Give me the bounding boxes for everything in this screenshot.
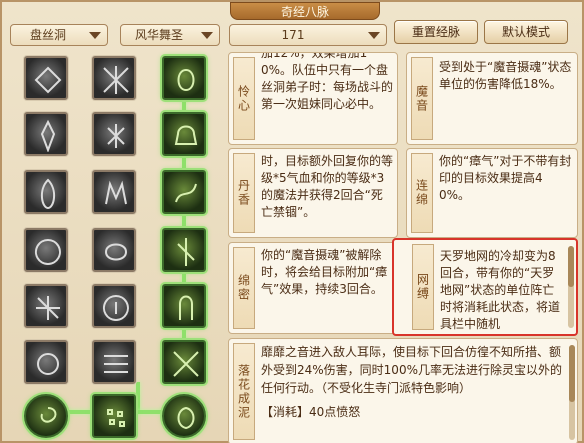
talent-card-wangfu[interactable]: 网缚 天罗地网的冷却变为8回合，带有你的“天罗地网”状态的单位阵亡时将消耗此状态…: [392, 238, 578, 336]
talent-tag: 网缚: [412, 244, 434, 330]
icon-glyph: [37, 353, 60, 375]
mesh-icon[interactable]: [162, 340, 206, 384]
talent-description: 时，目标额外回复你的等级*5气血和你的等级*3的魔法并获得2回合“死亡禁锢”。: [261, 154, 394, 219]
icon-glyph: [105, 180, 127, 205]
reset-meridian-button[interactable]: 重置经脉: [394, 20, 478, 44]
swirl-icon[interactable]: [24, 340, 68, 384]
talent-tag: 绵密: [233, 247, 255, 329]
talent-description: 靡靡之音进入敌人耳际，使目标下回合仿徨不知所措、额外受到24%伤害，同时100%…: [261, 343, 563, 421]
talent-tag: 丹香: [233, 153, 255, 233]
icon-glyph: [104, 243, 128, 261]
wheel-icon[interactable]: [92, 284, 136, 328]
ghost-icon[interactable]: [162, 284, 206, 328]
default-mode-button[interactable]: 默认模式: [484, 20, 568, 44]
talent-description: 你的“魔音摄魂”被解除时，将会给目标附加“瘴气”效果，持续3回合。: [261, 248, 388, 296]
smoke-icon[interactable]: [162, 170, 206, 214]
points-value: 171: [281, 28, 305, 42]
talent-tag: 怜心: [233, 57, 255, 140]
talent-card-lianxin[interactable]: 怜心 加12%，效果增加10%。队伍中只有一个盘丝洞弟子时：每场战斗的第一次姐妹…: [228, 52, 398, 145]
icon-glyph: [177, 68, 195, 92]
chevron-down-icon: [201, 32, 213, 39]
icon-glyph: [177, 238, 195, 266]
icon-glyph: [107, 124, 125, 148]
talent-card-lianmian[interactable]: 连绵 你的“瘴气”对于不带有封印的目标效果提高40%。: [406, 148, 578, 238]
spider-icon[interactable]: [92, 112, 136, 156]
moth-icon[interactable]: [162, 56, 206, 100]
stripes-icon[interactable]: [92, 340, 136, 384]
talent-tag: 魔音: [411, 57, 433, 140]
talent-tag: 连绵: [411, 153, 433, 233]
flame-icon[interactable]: [24, 112, 68, 156]
web-icon[interactable]: [92, 56, 136, 100]
talent-text: 靡靡之音进入敌人耳际，使目标下回合仿徨不知所措、额外受到24%伤害，同时100%…: [261, 345, 562, 395]
icon-glyph: [174, 125, 198, 145]
vine-icon[interactable]: [162, 228, 206, 272]
icon-glyph: [175, 183, 197, 203]
fire-icon[interactable]: [24, 170, 68, 214]
talent-card-danxiang[interactable]: 丹香 时，目标额外回复你的等级*5气血和你的等级*3的魔法并获得2回合“死亡禁锢…: [228, 148, 398, 238]
icon-glyph: [34, 239, 61, 265]
lotus-icon[interactable]: [162, 394, 206, 438]
chevron-down-icon: [368, 32, 380, 39]
icon-glyph: [102, 295, 129, 321]
butterfly-icon[interactable]: [24, 56, 68, 100]
talent-description: 你的“瘴气”对于不带有封印的目标效果提高40%。: [439, 154, 572, 202]
scrollbar-thumb[interactable]: [569, 345, 575, 402]
icon-glyph: [40, 120, 56, 152]
meridian-icon-grid: [8, 42, 222, 443]
icon-glyph: [179, 295, 193, 320]
icon-glyph: [40, 407, 57, 423]
talent-description: 天罗地网的冷却变为8回合，带有你的“天罗地网”状态的单位阵亡时将消耗此状态，将道…: [440, 249, 561, 331]
talent-card-mianmi[interactable]: 绵密 你的“魔音摄魂”被解除时，将会给目标附加“瘴气”效果，持续3回合。: [228, 242, 398, 334]
icon-glyph: [36, 296, 60, 320]
talent-description: 加12%，效果增加10%。队伍中只有一个盘丝洞弟子时：每场战斗的第一次姐妹同心必…: [261, 52, 394, 111]
icon-glyph: [104, 355, 128, 373]
orb-icon[interactable]: [24, 394, 68, 438]
card-scrollbar[interactable]: [568, 246, 574, 328]
icon-glyph: [173, 351, 199, 377]
chevron-down-icon: [89, 32, 101, 39]
hand-icon[interactable]: [92, 170, 136, 214]
icon-glyph: [107, 409, 125, 427]
points-dropdown[interactable]: 171: [229, 24, 387, 46]
bell-icon[interactable]: [162, 112, 206, 156]
card-scrollbar[interactable]: [569, 345, 575, 440]
talent-tag: 落花成泥: [233, 343, 255, 440]
talent-card-moyin[interactable]: 魔音 受到处于“魔音摄魂”状态单位的伤害降低18%。: [406, 52, 578, 145]
seed-icon[interactable]: [92, 394, 136, 438]
scrollbar-thumb[interactable]: [568, 246, 574, 287]
icon-glyph: [41, 178, 55, 210]
talent-card-luohua[interactable]: 落花成泥 靡靡之音进入敌人耳际，使目标下回合仿徨不知所措、额外受到24%伤害，同…: [228, 338, 578, 443]
web-sun-icon[interactable]: [24, 228, 68, 272]
net-icon[interactable]: [24, 284, 68, 328]
meridian-link-line: [136, 382, 140, 412]
meridian-window: 奇经八脉 盘丝洞 风华舞圣 171 重置经脉 默认模式 怜心 加12%，效果增加…: [0, 0, 584, 443]
icon-glyph: [103, 66, 129, 94]
icon-glyph: [177, 406, 195, 430]
window-title: 奇经八脉: [230, 2, 380, 20]
talent-cost: 【消耗】40点愤怒: [261, 405, 361, 419]
talent-description: 受到处于“魔音摄魂”状态单位的伤害降低18%。: [439, 60, 572, 91]
icon-glyph: [34, 66, 62, 94]
knot-icon[interactable]: [92, 228, 136, 272]
